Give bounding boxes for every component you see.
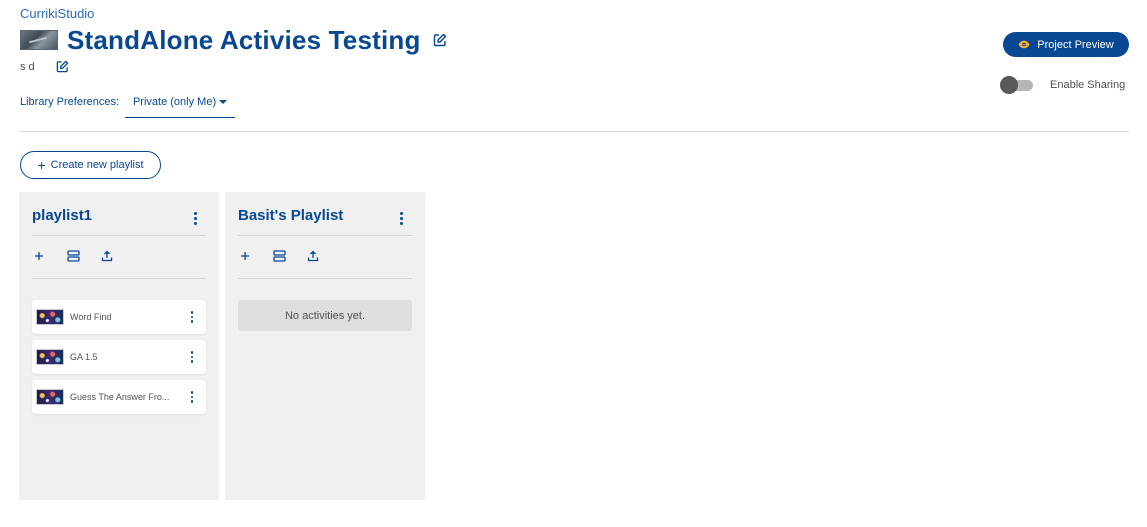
enable-sharing-toggle[interactable] [999,75,1033,95]
activity-item[interactable]: GA 1.5 [32,340,206,374]
eye-icon [1018,40,1030,49]
activity-title: Guess The Answer Fro... [70,392,170,402]
layout-icon[interactable] [272,249,286,263]
divider [32,278,206,279]
activity-item[interactable]: Word Find [32,300,206,334]
playlist-toolbar [32,249,134,263]
edit-description-icon[interactable] [56,60,70,74]
breadcrumb[interactable]: CurrikiStudio [20,6,94,21]
upload-icon[interactable] [306,249,320,263]
layout-icon[interactable] [66,249,80,263]
activity-title: GA 1.5 [70,352,98,362]
add-activity-icon[interactable] [32,249,46,263]
plus-icon: + [37,157,46,173]
activity-menu-icon[interactable] [186,347,198,367]
project-preview-label: Project Preview [1037,38,1114,51]
divider [32,235,206,236]
activity-menu-icon[interactable] [186,307,198,327]
project-description: s d [20,61,35,73]
library-preferences-label: Library Preferences: [20,96,120,108]
activity-item[interactable]: Guess The Answer Fro... [32,380,206,414]
upload-icon[interactable] [100,249,114,263]
activity-title: Word Find [70,312,112,322]
playlist-card: Basit's Playlist No activities yet. [225,192,425,500]
create-playlist-label: Create new playlist [50,159,144,171]
library-preferences: Library Preferences: Private (only Me) [20,90,236,118]
library-preferences-value: Private (only Me) [132,96,217,108]
project-description-row: s d [20,60,70,74]
toggle-knob [1000,76,1018,94]
empty-activities-message: No activities yet. [238,300,412,331]
enable-sharing-label: Enable Sharing [1050,79,1126,91]
playlist-card: playlist1 Word Find GA 1.5 Guess The Ans… [19,192,219,500]
add-activity-icon[interactable] [238,249,252,263]
playlist-title[interactable]: playlist1 [32,207,92,224]
activity-thumbnail [36,349,64,365]
library-preferences-dropdown[interactable]: Private (only Me) [125,90,236,118]
activity-menu-icon[interactable] [186,387,198,407]
divider [238,235,412,236]
project-preview-button[interactable]: Project Preview [1003,32,1129,57]
activity-thumbnail [36,389,64,405]
playlist-menu-icon[interactable] [189,208,201,228]
page-title: StandAlone Activies Testing [67,24,421,55]
edit-title-icon[interactable] [433,33,447,47]
playlist-toolbar [238,249,340,263]
header-divider [19,131,1129,132]
create-playlist-button[interactable]: + Create new playlist [20,151,161,179]
playlist-title[interactable]: Basit's Playlist [238,207,343,224]
project-header: StandAlone Activies Testing [20,24,447,56]
activity-thumbnail [36,309,64,325]
divider [238,278,412,279]
playlist-menu-icon[interactable] [395,208,407,228]
caret-down-icon [219,100,228,104]
sharing-row: Enable Sharing [999,75,1125,95]
project-thumbnail [20,30,58,50]
